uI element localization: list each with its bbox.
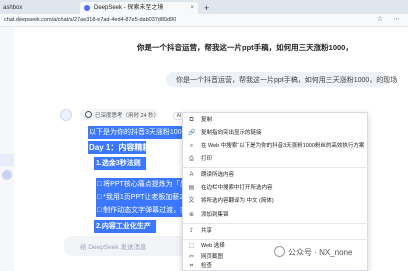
- sidebar-selected-item[interactable]: [0, 154, 14, 166]
- deepseek-favicon-icon: [84, 5, 90, 11]
- menu-divider: [183, 167, 369, 168]
- screenshot-icon: ✂: [188, 254, 195, 260]
- menu-item-copy-link[interactable]: 🔗 复制指向突出显示的链接: [183, 128, 369, 139]
- message-input-placeholder: 给 DeepSeek 发送消息: [80, 244, 147, 251]
- menu-item-label: 复制: [201, 117, 213, 123]
- menu-item-translate[interactable]: 文 将所选内容翻译为 中文 (简体): [183, 196, 369, 207]
- translate-icon: 文: [188, 198, 195, 204]
- menu-item-label: 在 Web 中搜索“以下是为你的抖音3天涨粉1000粉丝的高效执行方案，分阶段拆…: [201, 143, 365, 149]
- menu-item-web-search[interactable]: ⌕ 在 Web 中搜索“以下是为你的抖音3天涨粉1000粉丝的高效执行方案，分阶…: [183, 141, 369, 152]
- thought-label: 已深度思考（用时 24 秒）: [95, 113, 160, 119]
- answer-line-6: □ 制作动态文字弹幕过渡，突出: [97, 207, 195, 214]
- sidebar-icon: ▤: [188, 185, 195, 191]
- menu-item-label: 在边栏中搜索中打开所选内容: [201, 185, 273, 191]
- tab-previous[interactable]: ashbox: [0, 2, 60, 14]
- close-tab-icon[interactable]: ×: [190, 2, 194, 14]
- menu-item-sidebar-search[interactable]: ▤ 在边栏中搜索中打开所选内容: [183, 183, 369, 194]
- menu-divider: [183, 223, 369, 224]
- menu-item-label: Web 选择: [201, 243, 225, 249]
- tab-active[interactable]: DeepSeek - 探索未至之境 ×: [80, 2, 198, 14]
- menu-item-share[interactable]: ⇪ 共享: [183, 226, 369, 237]
- new-tab-button[interactable]: +: [204, 2, 209, 14]
- think-icon: [85, 111, 92, 118]
- watermark: 公众号 · NX_none: [288, 248, 353, 257]
- tab-bar: ashbox DeepSeek - 探索未至之境 × +: [0, 0, 408, 14]
- menu-item-label: 添加到集锦: [201, 212, 229, 218]
- menu-divider: [183, 239, 369, 240]
- web-select-icon: ⬚: [188, 243, 195, 249]
- search-icon: ⌕: [189, 143, 194, 149]
- user-question-1: 你是一个抖音运营，帮我这一片ppt手稿，如何用三天涨粉1000，: [137, 43, 353, 52]
- menu-item-read-aloud[interactable]: A 朗读所选内容: [183, 170, 369, 181]
- read-aloud-icon: A: [189, 172, 194, 178]
- print-icon: ⎙: [189, 156, 194, 162]
- menu-item-add-to-collection[interactable]: ⊕ 添加到集锦: [183, 210, 369, 221]
- menu-item-inspect[interactable]: ⌗ 检查: [183, 261, 369, 271]
- wechat-icon: [274, 246, 285, 257]
- answer-line-1: 以下是为你的抖音3天涨粉1000: [89, 129, 186, 136]
- answer-line-3: 1.选金3秒法则: [96, 160, 141, 167]
- menu-item-label: 检查: [201, 263, 213, 269]
- copy-icon: ⧉: [189, 117, 194, 123]
- url-text[interactable]: chat.deepseek.com/a/chat/s/27ae318-e7ad-…: [4, 16, 176, 25]
- menu-item-label: 打印: [201, 156, 213, 162]
- menu-item-print[interactable]: ⎙ 打印: [183, 154, 369, 165]
- thought-toggle-button[interactable]: 已深度思考（用时 24 秒）: [80, 109, 160, 120]
- menu-item-label: 将所选内容翻译为 中文 (简体): [201, 198, 274, 204]
- inspect-icon: ⌗: [189, 263, 194, 269]
- user-question-2: 你是一个抖音运营，帮我这一片ppt手稿，如何用三天涨粉1000，的现场: [176, 77, 398, 84]
- collection-icon: ⊕: [188, 212, 195, 218]
- answer-line-2: Day 1：内容精耕准备: [89, 143, 167, 152]
- deepseek-logo-icon: [60, 109, 72, 121]
- address-bar[interactable]: chat.deepseek.com/a/chat/s/27ae318-e7ad-…: [0, 14, 408, 27]
- sidebar: [0, 27, 14, 271]
- menu-item-label: 复制指向突出显示的链接: [201, 130, 262, 136]
- link-icon: 🔗: [188, 130, 196, 136]
- menu-item-label: 共享: [201, 228, 213, 234]
- tab-previous-label: ashbox: [3, 5, 23, 11]
- share-icon: ⇪: [188, 228, 195, 234]
- tab-active-label: DeepSeek - 探索未至之境: [94, 5, 164, 11]
- menu-item-copy[interactable]: ⧉ 复制: [183, 115, 369, 126]
- browser-actions-icon[interactable]: ☆ ⋯: [377, 15, 404, 23]
- answer-line-7: 2.内容工业化生产: [96, 223, 151, 230]
- avatar[interactable]: [2, 170, 12, 180]
- menu-item-label: 朗读所选内容: [201, 172, 235, 178]
